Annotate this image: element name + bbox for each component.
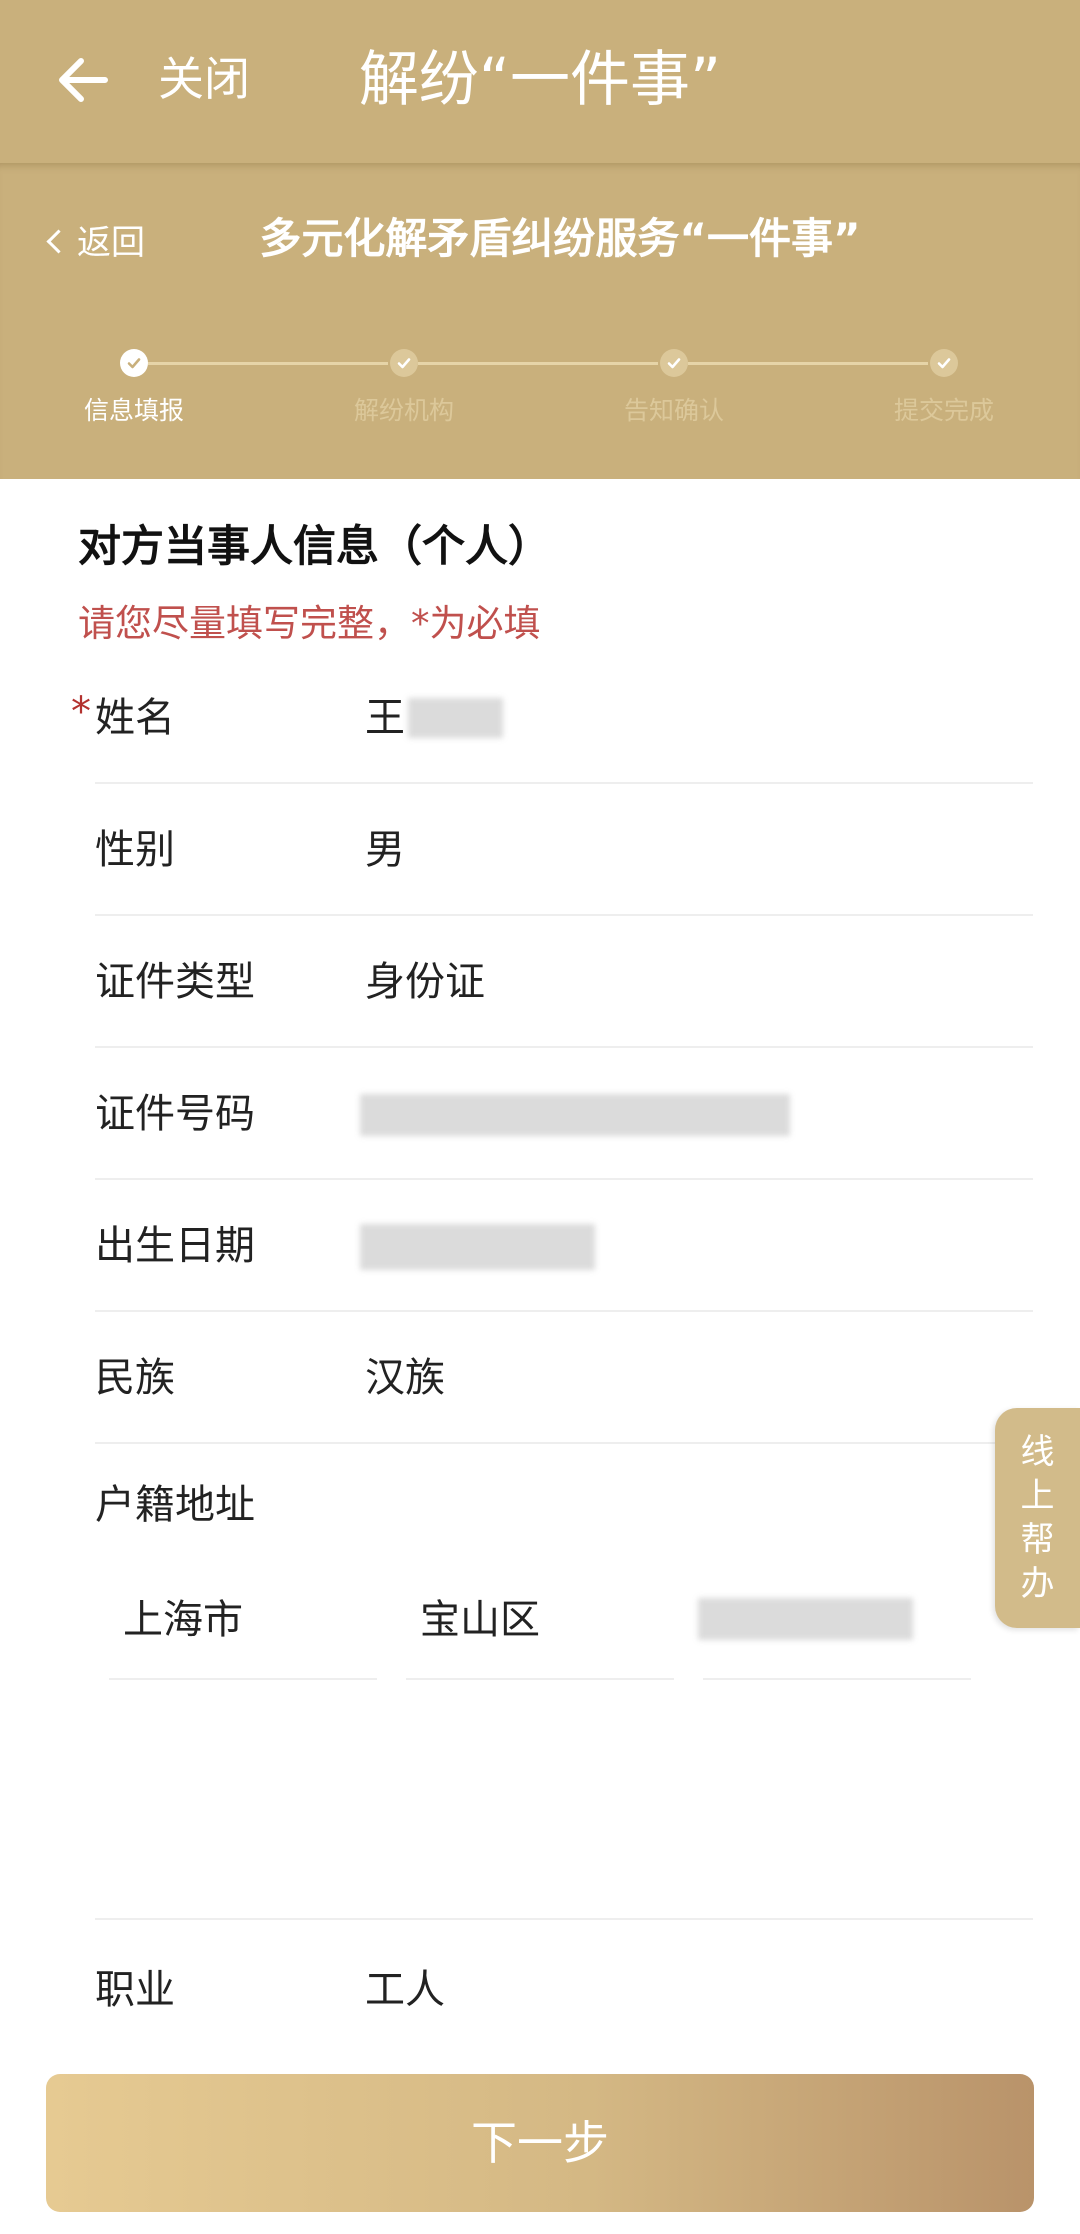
redacted-address <box>698 1598 913 1640</box>
birth-date-field-row[interactable]: 出生日期 <box>95 1180 1033 1312</box>
redacted-birth-date <box>360 1224 595 1270</box>
name-field-row[interactable]: * 姓名 王 <box>71 652 1033 784</box>
required-mark: * <box>71 689 91 735</box>
address-city-select[interactable]: 上海市 <box>109 1580 377 1680</box>
address-district-select[interactable]: 宝山区 <box>406 1580 674 1680</box>
name-label: 姓名 <box>95 695 175 741</box>
name-value[interactable]: 王 <box>365 652 405 784</box>
field-underline <box>703 1678 971 1680</box>
form-hint: 请您尽量填写完整，*为必填 <box>78 602 541 645</box>
step-4-check-icon <box>930 349 958 377</box>
address-district-value: 宝山区 <box>420 1597 540 1643</box>
next-step-button[interactable]: 下一步 <box>46 2074 1034 2212</box>
occupation-label: 职业 <box>95 1967 175 2013</box>
id-type-value[interactable]: 身份证 <box>365 916 485 1048</box>
help-char: 上 <box>1020 1476 1055 1516</box>
progress-stepper: 信息填报 解纷机构 告知确认 提交完成 <box>0 163 1080 479</box>
step-1-check-icon <box>120 349 148 377</box>
help-char: 线 <box>1020 1432 1055 1472</box>
step-connector <box>148 362 388 365</box>
ethnicity-label: 民族 <box>95 1355 175 1401</box>
online-help-tab[interactable]: 线 上 帮 办 <box>995 1408 1080 1628</box>
help-char: 办 <box>1020 1564 1055 1604</box>
gender-field-row[interactable]: 性别 男 <box>95 784 1033 916</box>
field-underline <box>109 1678 377 1680</box>
step-1-label: 信息填报 <box>83 396 184 425</box>
row-divider <box>95 1442 1033 1444</box>
gender-value[interactable]: 男 <box>365 784 405 916</box>
step-3-label: 告知确认 <box>623 396 724 425</box>
window-title: 解纷“一件事” <box>358 45 722 115</box>
address-street-select[interactable] <box>698 1580 971 1680</box>
help-char: 帮 <box>1020 1520 1055 1560</box>
id-type-field-row[interactable]: 证件类型 身份证 <box>95 916 1033 1048</box>
field-underline <box>406 1678 674 1680</box>
redacted-name <box>408 698 503 738</box>
section-title: 对方当事人信息（个人） <box>78 522 551 572</box>
id-type-label: 证件类型 <box>95 959 255 1005</box>
step-3-check-icon <box>660 349 688 377</box>
step-connector <box>418 362 658 365</box>
step-2-check-icon <box>390 349 418 377</box>
address-city-value: 上海市 <box>123 1597 243 1643</box>
birth-date-label: 出生日期 <box>95 1223 255 1269</box>
step-connector <box>688 362 928 365</box>
address-label: 户籍地址 <box>95 1482 255 1528</box>
redacted-id-number <box>360 1094 790 1136</box>
page-header: 返回 多元化解矛盾纠纷服务“一件事” 信息填报 解纷机构 告知确认 提交完成 <box>0 163 1080 479</box>
occupation-value[interactable]: 工人 <box>365 1924 445 2056</box>
id-number-field-row[interactable]: 证件号码 <box>95 1048 1033 1180</box>
gender-label: 性别 <box>95 827 175 873</box>
occupation-field-row[interactable]: 职业 工人 <box>95 1924 1033 2056</box>
ethnicity-value[interactable]: 汉族 <box>365 1312 445 1444</box>
step-2-label: 解纷机构 <box>353 396 454 425</box>
row-divider <box>95 1918 1033 1920</box>
step-4-label: 提交完成 <box>893 396 994 425</box>
title-bar: 关闭 解纷“一件事” <box>0 0 1080 163</box>
ethnicity-field-row[interactable]: 民族 汉族 <box>95 1312 1033 1444</box>
id-number-label: 证件号码 <box>95 1091 255 1137</box>
